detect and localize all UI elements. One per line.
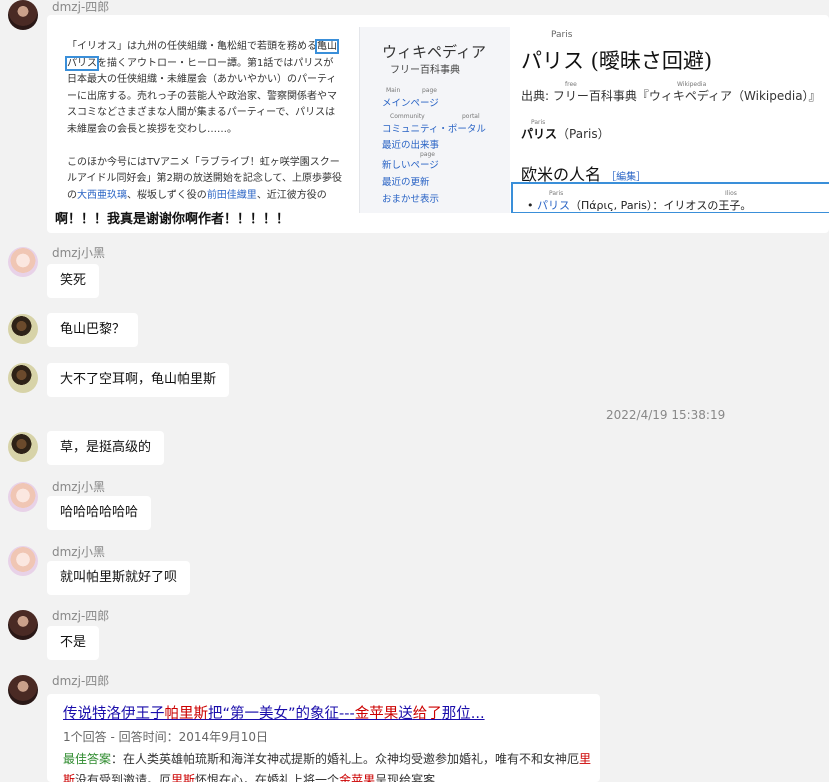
article-link: 大西亜玖璃: [77, 189, 127, 201]
avatar[interactable]: [8, 675, 38, 705]
sender-name: dmzj-四郎: [52, 0, 110, 14]
avatar[interactable]: [8, 314, 38, 344]
sender-name: dmzj小黑: [52, 246, 105, 260]
avatar[interactable]: [8, 363, 38, 393]
wiki-sidebar: ウィキペディア フリー百科事典 Main page メインページ Communi…: [359, 27, 510, 213]
link-card-title[interactable]: 传说特洛伊王子帕里斯把“第一美女”的象征---金苹果送给了那位...: [63, 702, 485, 723]
avatar[interactable]: [8, 432, 38, 462]
message-bubble[interactable]: 就叫帕里斯就好了呗: [47, 561, 191, 595]
link-card[interactable]: 传说特洛伊王子帕里斯把“第一美女”的象征---金苹果送给了那位... 1个回答 …: [47, 694, 600, 782]
message-bubble[interactable]: 不是: [47, 626, 100, 660]
message-bubble[interactable]: 笑死: [47, 264, 100, 298]
avatar[interactable]: [8, 482, 38, 512]
nav-link: 最近の更新: [382, 177, 430, 188]
article-link: 前田佳織里: [206, 189, 257, 201]
sender-name: dmzj-四郎: [52, 674, 110, 688]
nav-link: 新しいページ: [382, 160, 439, 171]
image-message[interactable]: 「イリオス」は九州の任侠組織・亀松組で若頭を務める亀山 パリスを描くアウトロー・…: [47, 15, 829, 233]
message-bubble[interactable]: 龟山巴黎？: [47, 313, 139, 347]
screenshot-image: 「イリオス」は九州の任侠組織・亀松組で若頭を務める亀山 パリスを描くアウトロー・…: [61, 27, 829, 213]
sender-name: dmzj-四郎: [52, 609, 110, 623]
link-card-body: 最佳答案：在人类英雄帕琉斯和海洋女神忒提斯的婚礼上。众神均受邀参加婚礼，唯有不和…: [63, 752, 592, 782]
wiki-page-title: パリス (曖昧さ回避): [521, 49, 713, 73]
avatar[interactable]: [8, 0, 38, 30]
wiki-lead: パリス（Paris）: [521, 127, 610, 141]
nav-link: 最近の出来事: [382, 140, 440, 151]
message-caption: 啊！！！我真是谢谢你啊作者！！！！！: [55, 212, 290, 227]
wiki-list-item: • パリス（Πάρις, Paris）：イリオスの王子。: [527, 199, 752, 212]
wiki-logo: ウィキペディア: [382, 43, 486, 61]
avatar[interactable]: [8, 610, 38, 640]
news-article-text: 「イリオス」は九州の任侠組織・亀松組で若頭を務める亀山 パリスを描くアウトロー・…: [65, 39, 343, 201]
nav-link: コミュニティ・ポータル: [382, 124, 486, 135]
wiki-subtitle: フリー百科事典: [390, 65, 460, 76]
message-bubble[interactable]: 哈哈哈哈哈哈: [47, 496, 152, 530]
sender-name: dmzj小黑: [52, 545, 105, 559]
avatar[interactable]: [8, 247, 38, 277]
highlight-box: 亀山: [315, 39, 339, 54]
sender-name: dmzj小黑: [52, 480, 105, 494]
nav-link: おまかせ表示: [382, 194, 440, 205]
nav-link: メインページ: [382, 98, 439, 109]
link-card-meta: 1个回答 - 回答时间：2014年9月10日: [63, 730, 269, 744]
avatar[interactable]: [8, 546, 38, 576]
timestamp: 2022/4/19 15:38:19: [606, 408, 726, 422]
highlight-box: パリス: [65, 55, 99, 71]
message-bubble[interactable]: 草，是挺高级的: [47, 431, 165, 465]
wiki-source-line: 出典: フリー百科事典『ウィキペディア（Wikipedia）』: [521, 89, 821, 103]
message-bubble[interactable]: 大不了空耳啊，龟山帕里斯: [47, 363, 230, 397]
